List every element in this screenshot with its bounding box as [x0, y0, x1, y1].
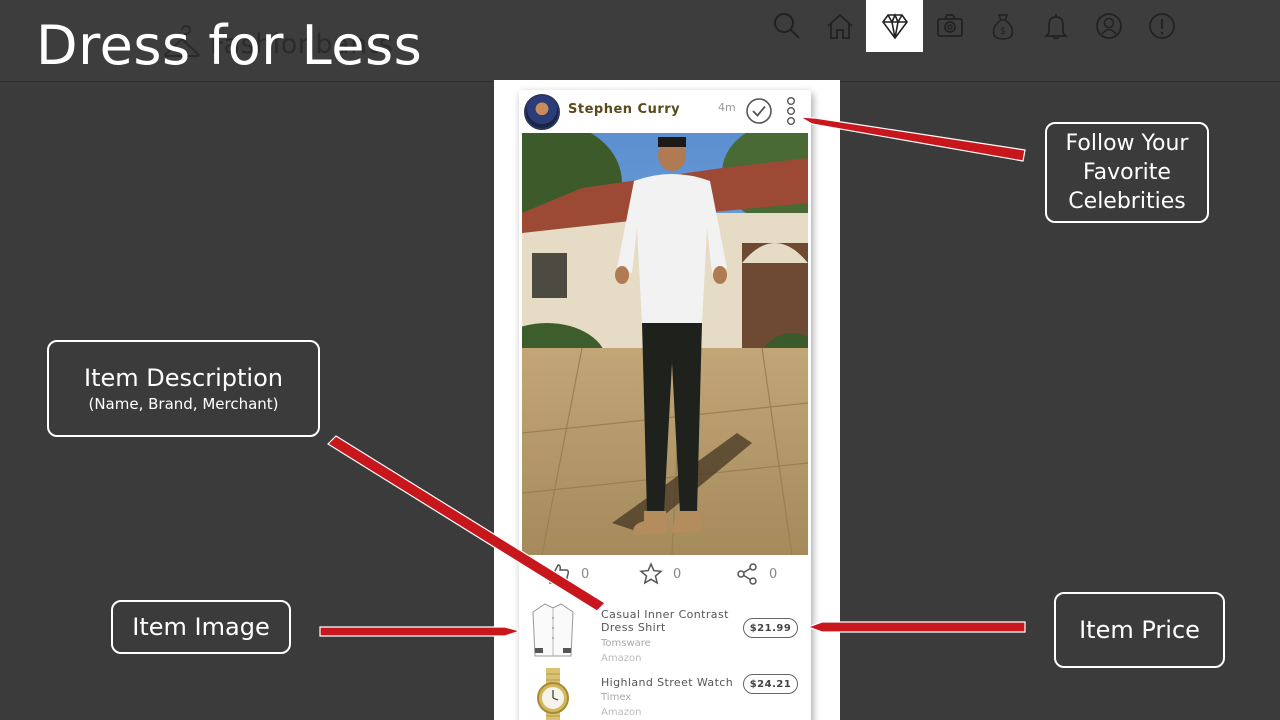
post-card: Stephen Curry 4m 0 0 0 Casual Inner Cont… — [519, 90, 811, 720]
nav-home[interactable] — [813, 0, 866, 52]
like-count: 0 — [581, 566, 590, 582]
money-bag-icon: $ — [992, 14, 1013, 40]
bell-icon — [1043, 14, 1068, 40]
top-bar: Fashionbants Dress for Less $ — [0, 0, 1280, 82]
list-item[interactable]: Casual Inner Contrast Dress Shirt Tomswa… — [519, 600, 811, 666]
svg-text:$: $ — [999, 26, 1005, 37]
list-item[interactable]: Highland Street Watch Timex Amazon $24.2… — [519, 668, 811, 720]
callout-description-sub: (Name, Brand, Merchant) — [88, 395, 279, 413]
more-options-icon[interactable] — [785, 95, 797, 127]
post-time: 4m — [718, 101, 736, 114]
favorite-action[interactable]: 0 — [639, 562, 681, 586]
main-nav: $ — [760, 0, 1188, 52]
diamond-icon — [881, 12, 908, 40]
profile-icon — [1095, 13, 1122, 39]
item-name: Highland Street Watch — [601, 676, 734, 689]
camera-icon — [936, 14, 963, 37]
nav-alert[interactable] — [1135, 0, 1188, 52]
item-merchant: Amazon — [601, 653, 642, 664]
shirt-image — [532, 603, 574, 657]
alert-icon — [1148, 13, 1175, 39]
like-action[interactable]: 0 — [547, 562, 589, 586]
share-action[interactable]: 0 — [735, 562, 777, 586]
nav-camera[interactable] — [923, 0, 976, 52]
share-count: 0 — [769, 566, 778, 582]
callout-follow: Follow Your Favorite Celebrities — [1045, 122, 1209, 223]
callout-price: Item Price — [1054, 592, 1225, 668]
callout-follow-text: Follow Your Favorite Celebrities — [1065, 131, 1189, 214]
follow-check-icon[interactable] — [745, 97, 773, 125]
callout-image: Item Image — [111, 600, 291, 654]
item-brand: Tomsware — [601, 638, 651, 649]
avatar[interactable] — [524, 94, 560, 130]
home-icon — [826, 13, 853, 39]
callout-image-text: Item Image — [132, 612, 270, 641]
price-button[interactable]: $24.21 — [743, 674, 798, 694]
nav-search[interactable] — [760, 0, 813, 52]
callout-description: Item Description (Name, Brand, Merchant) — [47, 340, 320, 437]
callout-price-text: Item Price — [1079, 615, 1200, 644]
slide-title: Dress for Less — [36, 14, 423, 77]
nav-diamond[interactable] — [866, 0, 923, 52]
favorite-count: 0 — [673, 566, 682, 582]
star-icon — [639, 562, 663, 585]
post-photo[interactable] — [522, 133, 808, 555]
post-actions: 0 0 0 — [519, 556, 811, 596]
item-merchant: Amazon — [601, 707, 642, 718]
nav-notifications[interactable] — [1029, 0, 1082, 52]
search-icon — [773, 13, 800, 39]
celebrity-outfit-image — [522, 133, 808, 555]
nav-profile[interactable] — [1082, 0, 1135, 52]
callout-description-title: Item Description — [84, 364, 283, 392]
thumbs-up-icon — [549, 564, 570, 584]
share-icon — [737, 563, 757, 585]
item-name: Casual Inner Contrast Dress Shirt — [601, 608, 729, 634]
nav-money[interactable]: $ — [976, 0, 1029, 52]
price-button[interactable]: $21.99 — [743, 618, 798, 638]
post-header: Stephen Curry 4m — [519, 90, 811, 132]
item-brand: Timex — [601, 692, 632, 703]
post-username[interactable]: Stephen Curry — [568, 102, 680, 117]
watch-image — [537, 668, 569, 720]
